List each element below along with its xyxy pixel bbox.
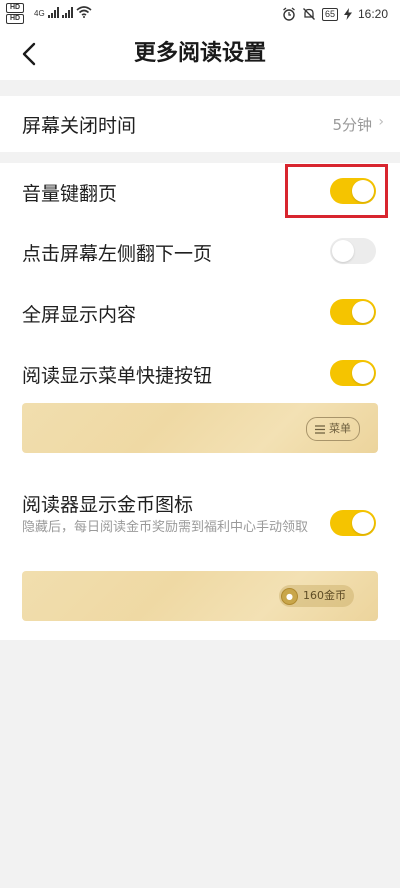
toggle-knob (352, 301, 374, 323)
clock: 16:20 (357, 7, 388, 21)
coin-chip: ● 160金币 (279, 585, 354, 607)
coin-icon-toggle[interactable] (330, 510, 376, 536)
signal-icon (47, 6, 59, 18)
coin-icon-description: 隐藏后，每日阅读金币奖励需到福利中心手动领取 (22, 520, 309, 535)
menu-chip-label: 菜单 (329, 422, 351, 435)
page-title: 更多阅读设置 (133, 41, 266, 66)
sim2-hd-badge: HD (6, 14, 24, 24)
coin-icon-label: 阅读器显示金币图标 (22, 494, 194, 516)
sim-indicator: HD HD (6, 3, 28, 25)
toggle-knob (352, 362, 374, 384)
screen-off-section: 屏幕关闭时间 5分钟 › (0, 96, 400, 152)
screen-off-value: 5分钟 (332, 116, 372, 134)
coin-chip-label: 160金币 (303, 589, 346, 602)
tap-left-next-label: 点击屏幕左侧翻下一页 (22, 243, 213, 265)
mute-icon (302, 8, 315, 20)
coin-icon: ● (281, 587, 298, 605)
header: 更多阅读设置 (0, 28, 400, 80)
back-arrow-icon[interactable] (16, 40, 44, 68)
wifi-icon (76, 6, 92, 18)
highlight-box (285, 164, 388, 218)
reading-toggles-section: 音量键翻页 点击屏幕左侧翻下一页 全屏显示内容 阅读显示菜单快捷按钮 菜单 阅读… (0, 163, 400, 640)
alarm-icon (283, 7, 295, 21)
sim1-hd-badge: HD (6, 3, 24, 13)
signal-icon-2 (61, 6, 73, 18)
volume-page-turn-label: 音量键翻页 (22, 183, 118, 205)
network-label: 4G (34, 9, 45, 18)
toggle-knob (332, 240, 354, 262)
toggle-knob (352, 512, 374, 534)
screen-off-label: 屏幕关闭时间 (22, 115, 137, 137)
status-bar: HD HD 4G 65 16:20 (0, 0, 400, 28)
menu-lines-icon (315, 424, 325, 434)
tap-left-next-toggle[interactable] (330, 238, 376, 264)
chevron-right-icon: › (378, 114, 384, 130)
charging-icon (343, 8, 352, 20)
menu-shortcut-label: 阅读显示菜单快捷按钮 (22, 365, 213, 387)
fullscreen-toggle[interactable] (330, 299, 376, 325)
battery-icon: 65 (321, 7, 338, 21)
coin-preview: ● 160金币 (22, 571, 378, 621)
menu-shortcut-toggle[interactable] (330, 360, 376, 386)
menu-shortcut-preview: 菜单 (22, 403, 378, 453)
menu-chip: 菜单 (306, 417, 360, 441)
fullscreen-label: 全屏显示内容 (22, 304, 137, 326)
screen-off-row[interactable]: 屏幕关闭时间 5分钟 › (0, 96, 400, 152)
